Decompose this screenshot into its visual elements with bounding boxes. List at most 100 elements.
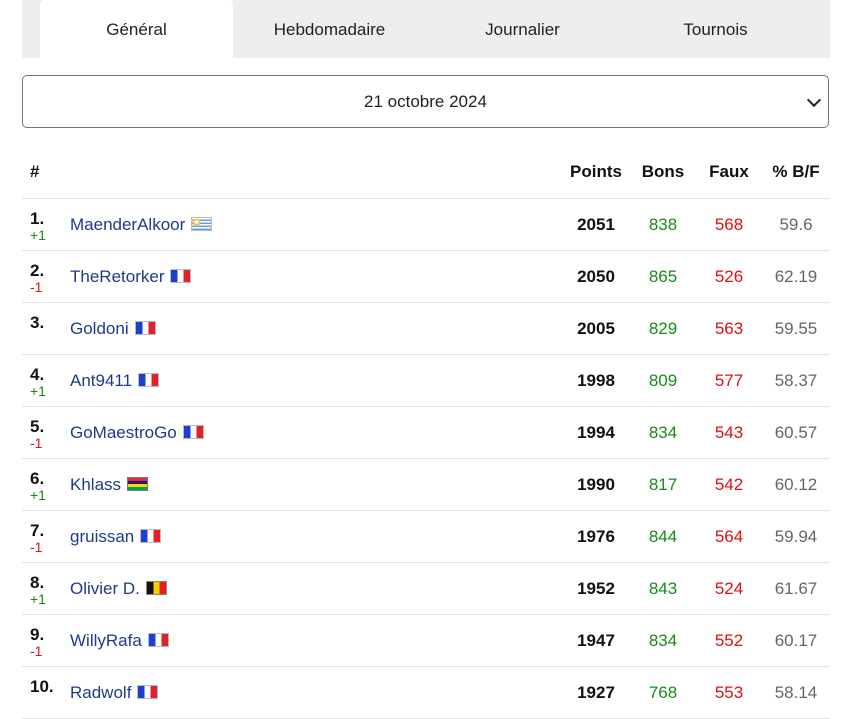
points-cell: 1952 [562, 562, 630, 615]
header-spacer [70, 146, 562, 199]
pct-cell: 62.19 [762, 250, 830, 303]
header-pct[interactable]: % B/F [762, 146, 830, 199]
chevron-down-icon [806, 92, 822, 107]
faux-cell: 553 [696, 666, 762, 719]
date-select[interactable]: 21 octobre 2024 [22, 75, 829, 128]
flag-fr-icon [138, 372, 160, 387]
tab-hebdomadaire[interactable]: Hebdomadaire [233, 0, 426, 58]
rank-change: -1 [30, 642, 43, 659]
points-cell: 1976 [562, 510, 630, 563]
faux-cell: 552 [696, 614, 762, 667]
rank-number: 7. [30, 520, 45, 540]
points-cell: 1990 [562, 458, 630, 511]
bons-cell: 865 [630, 250, 696, 303]
points-cell: 1947 [562, 614, 630, 667]
pct-cell: 59.55 [762, 302, 830, 355]
player-cell: TheRetorker [70, 250, 562, 303]
rank-change: -1 [30, 538, 43, 555]
tab-journalier[interactable]: Journalier [426, 0, 619, 58]
player-link[interactable]: TheRetorker [70, 267, 164, 286]
points-cell: 1927 [562, 666, 630, 719]
faux-cell: 577 [696, 354, 762, 407]
bons-cell: 817 [630, 458, 696, 511]
player-link[interactable]: WillyRafa [70, 631, 142, 650]
table-row: 4. +1 Ant9411 1998 809 577 58.37 [22, 354, 830, 407]
pct-cell: 58.14 [762, 666, 830, 719]
player-link[interactable]: Ant9411 [70, 371, 132, 390]
faux-cell: 524 [696, 562, 762, 615]
faux-cell: 563 [696, 302, 762, 355]
tab-bar: Général Hebdomadaire Journalier Tournois [22, 0, 830, 58]
header-bons[interactable]: Bons [630, 146, 696, 199]
player-cell: WillyRafa [70, 614, 562, 667]
pct-cell: 60.17 [762, 614, 830, 667]
rank-number: 8. [30, 572, 45, 592]
rank-number: 5. [30, 416, 45, 436]
table-row: 7. -1 gruissan 1976 844 564 59.94 [22, 510, 830, 563]
table-row: 1. +1 MaenderAlkoor 2051 838 568 59.6 [22, 198, 830, 251]
player-link[interactable]: gruissan [70, 527, 134, 546]
player-link[interactable]: Olivier D. [70, 579, 140, 598]
faux-cell: 543 [696, 406, 762, 459]
table-row: 8. +1 Olivier D. 1952 843 524 61.67 [22, 562, 830, 615]
flag-uy-icon [191, 216, 213, 231]
rank-number: 1. [30, 208, 45, 228]
bons-cell: 768 [630, 666, 696, 719]
player-cell: Ant9411 [70, 354, 562, 407]
bons-cell: 838 [630, 198, 696, 251]
points-cell: 1998 [562, 354, 630, 407]
flag-mu-icon [127, 476, 149, 491]
bons-cell: 834 [630, 406, 696, 459]
table-row: 5. -1 GoMaestroGo 1994 834 543 60.57 [22, 406, 830, 459]
player-cell: Khlass [70, 458, 562, 511]
table-row: 9. -1 WillyRafa 1947 834 552 60.17 [22, 614, 830, 667]
player-link[interactable]: Radwolf [70, 683, 131, 702]
player-link[interactable]: GoMaestroGo [70, 423, 177, 442]
player-link[interactable]: Goldoni [70, 319, 129, 338]
header-faux[interactable]: Faux [696, 146, 762, 199]
rank-cell: 10. [22, 666, 70, 719]
rank-number: 9. [30, 624, 45, 644]
pct-cell: 59.94 [762, 510, 830, 563]
tab-tournois[interactable]: Tournois [619, 0, 812, 58]
flag-be-icon [145, 580, 167, 595]
player-cell: Radwolf [70, 666, 562, 719]
rank-cell: 2. -1 [22, 250, 70, 303]
points-cell: 2051 [562, 198, 630, 251]
player-cell: Olivier D. [70, 562, 562, 615]
rank-change [30, 696, 70, 710]
pct-cell: 60.57 [762, 406, 830, 459]
table-row: 10. Radwolf 1927 768 553 58.14 [22, 666, 830, 719]
pct-cell: 60.12 [762, 458, 830, 511]
flag-fr-icon [134, 320, 156, 335]
player-link[interactable]: Khlass [70, 475, 121, 494]
rank-cell: 7. -1 [22, 510, 70, 563]
points-cell: 2005 [562, 302, 630, 355]
flag-fr-icon [147, 632, 169, 647]
rank-cell: 8. +1 [22, 562, 70, 615]
rank-number: 10. [30, 676, 54, 696]
rank-cell: 3. [22, 302, 70, 355]
tab-general[interactable]: Général [40, 0, 233, 58]
rank-cell: 5. -1 [22, 406, 70, 459]
pct-cell: 61.67 [762, 562, 830, 615]
player-cell: MaenderAlkoor [70, 198, 562, 251]
faux-cell: 564 [696, 510, 762, 563]
rank-cell: 1. +1 [22, 198, 70, 251]
faux-cell: 542 [696, 458, 762, 511]
flag-fr-icon [137, 684, 159, 699]
rank-number: 2. [30, 260, 45, 280]
bons-cell: 809 [630, 354, 696, 407]
table-row: 2. -1 TheRetorker 2050 865 526 62.19 [22, 250, 830, 303]
rank-change: +1 [30, 382, 46, 399]
header-points[interactable]: Points [562, 146, 630, 199]
rank-change: +1 [30, 590, 46, 607]
pct-cell: 58.37 [762, 354, 830, 407]
rank-cell: 6. +1 [22, 458, 70, 511]
flag-fr-icon [140, 528, 162, 543]
rank-change: +1 [30, 486, 46, 503]
points-cell: 2050 [562, 250, 630, 303]
date-select-value: 21 octobre 2024 [364, 91, 487, 111]
player-cell: GoMaestroGo [70, 406, 562, 459]
player-link[interactable]: MaenderAlkoor [70, 215, 185, 234]
